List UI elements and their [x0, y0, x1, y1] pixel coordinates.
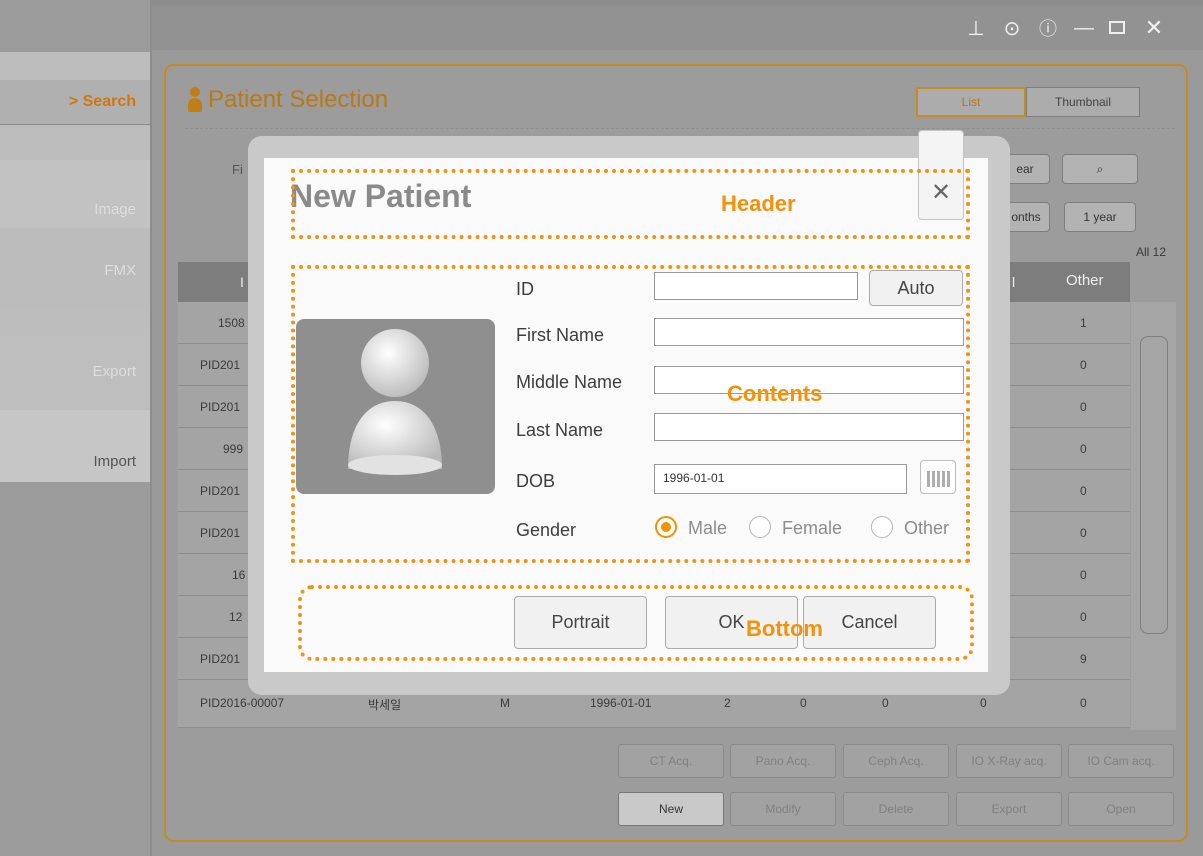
bottom-annotation: Bottom	[746, 616, 823, 641]
delete-button[interactable]: Delete	[843, 792, 949, 826]
sidebar-item-export[interactable]: Export	[0, 335, 150, 407]
contents-annotation-box	[291, 265, 970, 563]
filter-1year-button[interactable]: 1 year	[1064, 202, 1136, 232]
sidebar: > Search Image FMX Export Import	[0, 0, 150, 856]
search-icon: ⌕	[1096, 161, 1104, 176]
view-thumbnail-tab[interactable]: Thumbnail	[1026, 87, 1140, 117]
maximize-icon[interactable]	[1109, 21, 1125, 34]
table-scrollbar[interactable]	[1131, 302, 1176, 730]
filter-label: Fi	[232, 162, 243, 177]
header-annotation-box	[291, 169, 970, 239]
sidebar-item-import[interactable]: Import	[0, 410, 150, 482]
search-button[interactable]: ⌕	[1062, 154, 1138, 184]
contents-annotation: Contents	[727, 381, 823, 406]
sidebar-item-fmx[interactable]: FMX	[0, 230, 150, 310]
result-count: All 12	[1136, 245, 1167, 259]
view-list-tab[interactable]: List	[916, 87, 1026, 117]
divider	[185, 128, 1175, 134]
io-xray-acq-button[interactable]: IO X-Ray acq.	[956, 744, 1062, 778]
minimize-icon[interactable]: —	[1070, 14, 1098, 42]
io-cam-acq-button[interactable]: IO Cam acq.	[1068, 744, 1174, 778]
pin-icon[interactable]: ⊥	[962, 14, 990, 42]
close-icon[interactable]: ✕	[1140, 14, 1168, 42]
sidebar-item-search[interactable]: > Search	[0, 80, 150, 125]
help-icon[interactable]: ⓘ	[1034, 14, 1062, 42]
bottom-annotation-box	[298, 585, 974, 661]
sidebar-item-image[interactable]: Image	[0, 160, 150, 228]
header-other: Other	[1066, 272, 1104, 289]
open-button[interactable]: Open	[1068, 792, 1174, 826]
ct-acq-button[interactable]: CT Acq.	[618, 744, 724, 778]
page-title: Patient Selection	[208, 86, 389, 113]
header-annotation: Header	[721, 191, 796, 216]
modify-button[interactable]: Modify	[730, 792, 836, 826]
scrollbar-thumb[interactable]	[1140, 336, 1168, 634]
person-icon	[188, 87, 202, 113]
pano-acq-button[interactable]: Pano Acq.	[730, 744, 836, 778]
ceph-acq-button[interactable]: Ceph Acq.	[843, 744, 949, 778]
export-button[interactable]: Export	[956, 792, 1062, 826]
gear-icon[interactable]: ⊙	[998, 14, 1026, 42]
new-button[interactable]: New	[618, 792, 724, 826]
